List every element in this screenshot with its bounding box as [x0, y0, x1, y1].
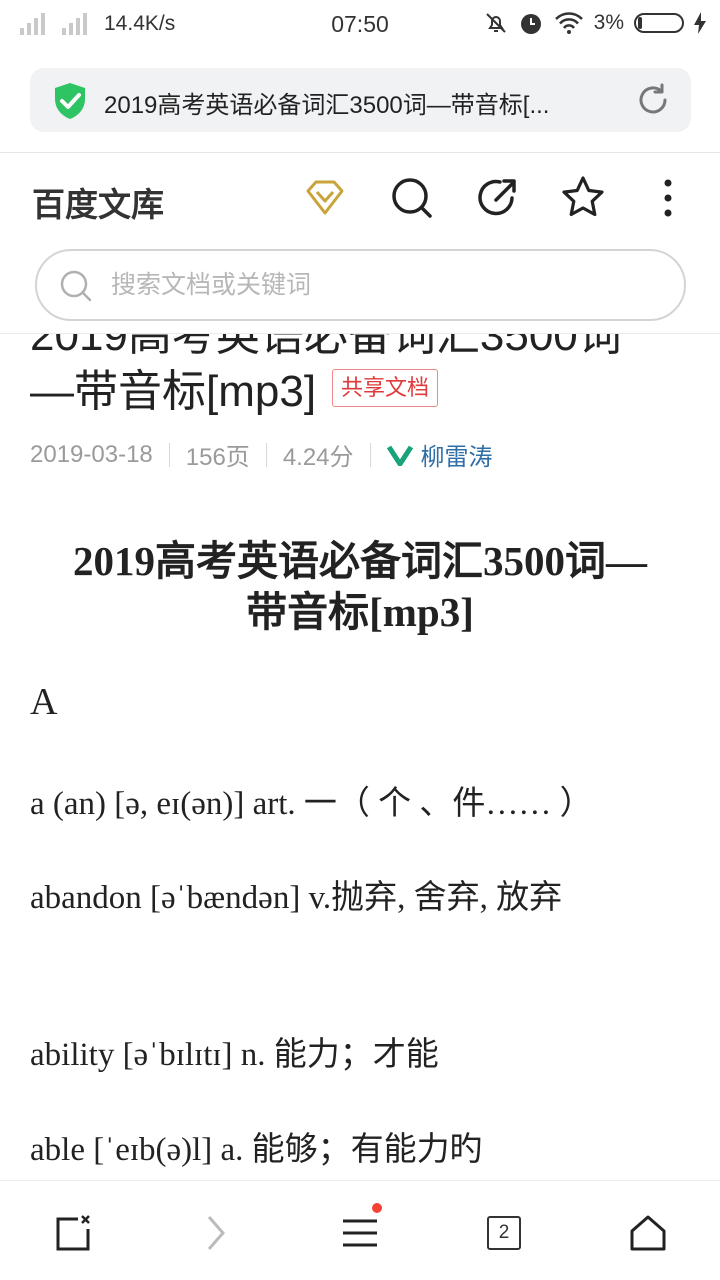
- chevron-right-icon: [207, 1216, 225, 1250]
- verified-v-icon: [386, 445, 413, 466]
- nav-tabs-button[interactable]: 2: [480, 1209, 528, 1257]
- search-input[interactable]: [109, 265, 649, 305]
- home-icon: [630, 1215, 666, 1251]
- nav-menu-button[interactable]: [336, 1203, 384, 1257]
- doc-score: 4.24分: [282, 444, 354, 471]
- nav-home-button[interactable]: [624, 1209, 672, 1257]
- section-letter: A: [30, 681, 58, 723]
- alarm-icon: [520, 14, 541, 34]
- url-bar[interactable]: 2019高考英语必备词汇3500词—带音标[...: [30, 68, 691, 132]
- content-heading-line2: 带音标[mp3]: [246, 589, 474, 635]
- close-page-icon: [56, 1215, 90, 1251]
- vocab-entry: abandon [əˈbændən] v.抛弃, 舍弃, 放弃: [30, 880, 563, 916]
- doc-title-area: 2019高考英语必备词汇3500词 —带音标[mp3] 共享文档: [0, 334, 720, 424]
- search-box[interactable]: [35, 249, 686, 321]
- doc-title: 2019高考英语必备词汇3500词 —带音标[mp3] 共享文档: [30, 334, 700, 420]
- vocab-entry: a (an) [ə, eɪ(ən)] art. 一（ 个 、件…… ）: [30, 786, 593, 822]
- reload-icon[interactable]: [635, 82, 671, 118]
- doc-author[interactable]: 柳雷涛: [386, 437, 493, 472]
- mute-bell-icon: [485, 13, 506, 33]
- tab-count: 2: [487, 1216, 521, 1250]
- doc-title-line2: —带音标[mp3] 共享文档: [30, 364, 700, 420]
- menu-icon: [343, 1219, 377, 1247]
- content-heading: 2019高考英语必备词汇3500词— 带音标[mp3]: [30, 536, 690, 638]
- vocab-entry: able [ˈeɪb(ə)l] a. 能够；有能力旳: [30, 1132, 483, 1168]
- doc-title-line2-text: —带音标[mp3]: [30, 367, 317, 416]
- divider: [265, 442, 267, 467]
- vocab-entry: ability [əˈbɪlɪtɪ] n. 能力；才能: [30, 1037, 439, 1073]
- nav-close-page-button[interactable]: [48, 1209, 96, 1257]
- wifi-icon: [554, 12, 583, 34]
- secure-shield-icon: [55, 83, 85, 119]
- bottom-nav: 2: [0, 1180, 720, 1280]
- doc-date: 2019-03-18: [30, 440, 153, 468]
- share-tag: 共享文档: [332, 369, 439, 408]
- status-right: 3%: [484, 10, 706, 36]
- content-heading-line1: 2019高考英语必备词汇3500词—: [73, 538, 647, 584]
- share-icon[interactable]: [476, 176, 520, 220]
- url-title[interactable]: 2019高考英语必备词汇3500词—带音标[...: [104, 85, 624, 120]
- divider: [168, 442, 170, 467]
- battery-percent: 3%: [593, 11, 624, 34]
- search-icon: [60, 270, 92, 302]
- doc-title-line1: 2019高考英语必备词汇3500词: [30, 334, 622, 360]
- notification-dot: [372, 1203, 382, 1213]
- nav-forward-button[interactable]: [192, 1209, 240, 1257]
- search-icon[interactable]: [390, 176, 434, 220]
- status-bar: 14.4K/s 07:50 3%: [0, 0, 720, 48]
- site-logo[interactable]: 百度文库: [32, 178, 164, 226]
- doc-meta: 2019-03-18 156页 4.24分 柳雷涛: [30, 437, 493, 472]
- star-icon[interactable]: [561, 175, 605, 219]
- battery-icon: [634, 13, 684, 33]
- more-icon[interactable]: [660, 178, 676, 218]
- doc-pages: 156页: [185, 444, 250, 471]
- vip-diamond-icon[interactable]: [305, 180, 345, 216]
- charging-icon: [694, 12, 706, 34]
- divider: [0, 152, 720, 153]
- doc-author-name[interactable]: 柳雷涛: [421, 437, 493, 472]
- divider: [369, 442, 371, 467]
